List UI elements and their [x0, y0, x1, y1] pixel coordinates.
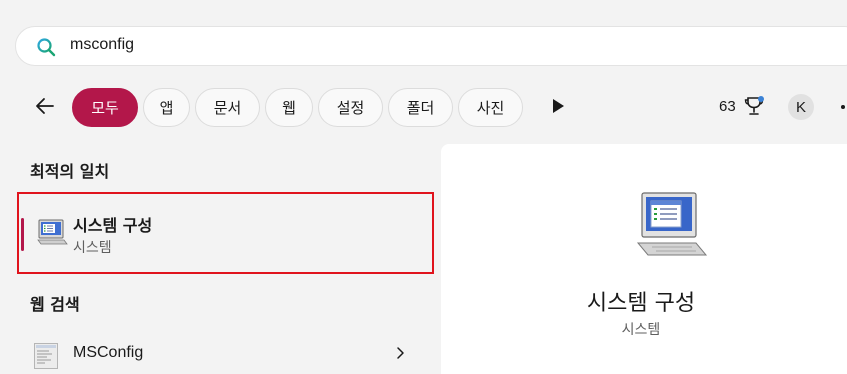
avatar[interactable]: K — [788, 94, 814, 120]
result-title: 시스템 구성 — [73, 216, 153, 235]
filter-chip-photos[interactable]: 사진 — [458, 88, 523, 127]
detail-subtitle: 시스템 — [621, 322, 661, 338]
search-input[interactable]: msconfig — [70, 36, 134, 54]
filter-chip-label: 사진 — [476, 99, 505, 117]
filter-chip-label: 문서 — [213, 99, 242, 117]
web-result-label: MSConfig — [73, 344, 144, 361]
result-subtitle: 시스템 — [73, 240, 112, 256]
filter-chip-label: 설정 — [336, 99, 365, 117]
system-configuration-icon — [37, 219, 68, 245]
search-icon — [37, 38, 56, 57]
msconfig-thumbnail-icon — [34, 343, 58, 369]
filter-chip-settings[interactable]: 설정 — [318, 88, 383, 127]
filter-chip-documents[interactable]: 문서 — [195, 88, 260, 127]
filter-chip-label: 폴더 — [406, 99, 435, 117]
filter-chip-folders[interactable]: 폴더 — [388, 88, 453, 127]
best-match-result[interactable]: 시스템 구성 시스템 — [17, 192, 434, 274]
notification-dot — [758, 96, 764, 102]
search-box[interactable]: msconfig — [15, 26, 847, 66]
back-arrow-icon[interactable] — [33, 94, 57, 118]
filter-chip-web[interactable]: 웹 — [265, 88, 313, 127]
chevron-right-icon — [397, 347, 404, 359]
avatar-initial: K — [795, 98, 806, 116]
more-options-icon[interactable] — [841, 105, 845, 109]
filter-chip-all[interactable]: 모두 — [72, 88, 138, 127]
detail-title: 시스템 구성 — [586, 291, 696, 316]
system-configuration-large-icon — [636, 192, 708, 256]
filter-chip-label: 모두 — [91, 99, 119, 117]
detail-panel: 시스템 구성 시스템 — [441, 144, 847, 374]
filter-chip-apps[interactable]: 앱 — [143, 88, 190, 127]
filter-chip-label: 웹 — [282, 99, 296, 117]
selection-indicator — [21, 218, 24, 251]
more-filters-play-icon[interactable] — [551, 98, 565, 114]
best-match-heading: 최적의 일치 — [30, 162, 110, 181]
filter-chip-label: 앱 — [159, 99, 174, 117]
web-search-result[interactable]: MSConfig — [17, 337, 434, 374]
web-search-heading: 웹 검색 — [30, 295, 80, 314]
rewards-points: 63 — [719, 98, 736, 115]
